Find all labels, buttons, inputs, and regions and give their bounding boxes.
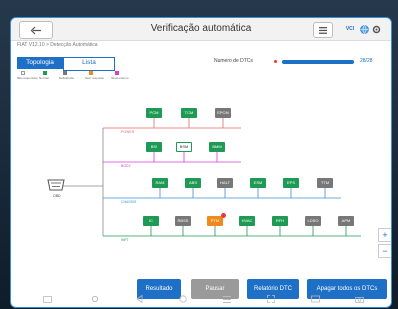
vci-icon: VCI (345, 26, 355, 32)
settings-button[interactable] (371, 22, 381, 36)
dtc-alert-dot (274, 60, 277, 63)
module-node[interactable]: EPS (283, 178, 299, 188)
bus-label-body: BODY (121, 164, 131, 168)
sys-settings-button[interactable] (89, 292, 101, 306)
menu-button[interactable] (313, 22, 333, 38)
legend: Não responsivo Normal Deficiência Sem re… (17, 71, 217, 85)
recent-apps-icon (223, 295, 231, 303)
module-node[interactable]: BMM (209, 142, 225, 152)
system-nav-bar (11, 292, 391, 306)
zoom-controls: + − (378, 228, 391, 258)
legend-swatch (89, 71, 93, 75)
dtc-count-label: Numero de DTCs (214, 58, 253, 64)
legend-label: Não responsivo (17, 76, 38, 80)
module-node[interactable]: LDSO (305, 216, 321, 226)
module-node[interactable]: BSI (146, 142, 162, 152)
screenshot-icon (267, 295, 275, 303)
obd-label: OBD (53, 194, 61, 198)
gear-icon (91, 295, 99, 303)
legend-item: Sem resposta (85, 71, 104, 80)
tab-list[interactable]: Lista (63, 57, 115, 71)
legend-swatch (115, 71, 119, 75)
module-node[interactable]: ABS (185, 178, 201, 188)
legend-item: Normal (39, 71, 49, 80)
legend-label: Sem resposta (85, 76, 104, 80)
camera-icon (354, 296, 364, 303)
sys-recent-button[interactable] (221, 292, 233, 306)
module-node[interactable]: RBSS (175, 216, 191, 226)
back-button[interactable] (19, 21, 53, 39)
legend-label: Deficiência (59, 76, 74, 80)
legend-item: Deficiência (59, 71, 74, 80)
module-node[interactable]: PCM (146, 108, 162, 118)
sys-home-circle-button[interactable] (177, 292, 189, 306)
zoom-out-button[interactable]: − (378, 244, 391, 258)
vci-connector-icon (310, 295, 320, 303)
page-title: Verificação automática (150, 23, 252, 34)
topology-lines (63, 118, 361, 237)
module-node-label: PTM (210, 218, 220, 223)
breadcrumb: FIAT V12.10 > Detecção Automática (17, 42, 98, 48)
legend-label: Sinal externo (111, 76, 129, 80)
module-node[interactable]: HVAC (239, 216, 255, 226)
module-node[interactable]: RFH (272, 216, 288, 226)
bus-label-chassis: CHASSIS (121, 200, 137, 204)
bus-label-power: POWER (121, 130, 135, 134)
module-node[interactable]: IC (143, 216, 159, 226)
zoom-in-button[interactable]: + (378, 228, 391, 242)
globe-button[interactable] (359, 22, 369, 36)
vci-status[interactable]: VCI (343, 22, 357, 36)
dtc-progress-fill (282, 60, 354, 64)
dtc-progress-text: 28/28 (360, 58, 373, 64)
app-screen: Verificação automática VCI FIAT V12.10 >… (10, 17, 392, 308)
legend-item: Sinal externo (111, 71, 129, 80)
gear-icon (372, 25, 380, 33)
module-node[interactable]: EPCM (215, 108, 231, 118)
module-node[interactable]: APM (338, 216, 354, 226)
obd-connector-icon[interactable] (47, 178, 65, 192)
module-node[interactable]: RAM (152, 178, 168, 188)
module-node[interactable]: BSM (176, 142, 192, 152)
back-triangle-icon (135, 295, 142, 303)
bus-label-inft: INFT (121, 238, 129, 242)
sys-camera-button[interactable] (353, 292, 365, 306)
legend-item: Não responsivo (17, 71, 38, 80)
view-tabs: Topologia Lista (17, 57, 127, 71)
module-node-warning[interactable]: PTM (207, 213, 226, 226)
module-node[interactable]: HALT (217, 178, 233, 188)
module-node[interactable]: ESM (250, 178, 266, 188)
dtc-progress-bar (282, 60, 354, 64)
tablet-frame: Verificação automática VCI FIAT V12.10 >… (0, 0, 398, 309)
legend-swatch (21, 71, 25, 75)
home-icon (42, 295, 52, 303)
menu-icon (319, 26, 327, 34)
topology-diagram: OBD POWER BODY CHASSIS INFT PCM TCM EPCM… (11, 88, 391, 268)
legend-swatch (63, 71, 67, 75)
sys-home-button[interactable] (41, 292, 53, 306)
dtc-badge (221, 213, 226, 218)
home-circle-icon (179, 295, 187, 303)
back-arrow-icon (30, 26, 41, 34)
globe-icon (359, 24, 369, 34)
module-node[interactable]: TCM (181, 108, 197, 118)
tab-topology[interactable]: Topologia (17, 57, 63, 69)
sys-screenshot-button[interactable] (265, 292, 277, 306)
sys-vci-button[interactable] (309, 292, 321, 306)
module-node[interactable]: TTM (317, 178, 333, 188)
legend-swatch (43, 71, 47, 75)
sys-back-button[interactable] (133, 292, 145, 306)
top-bar: Verificação automática VCI (11, 18, 391, 41)
legend-label: Normal (39, 76, 49, 80)
